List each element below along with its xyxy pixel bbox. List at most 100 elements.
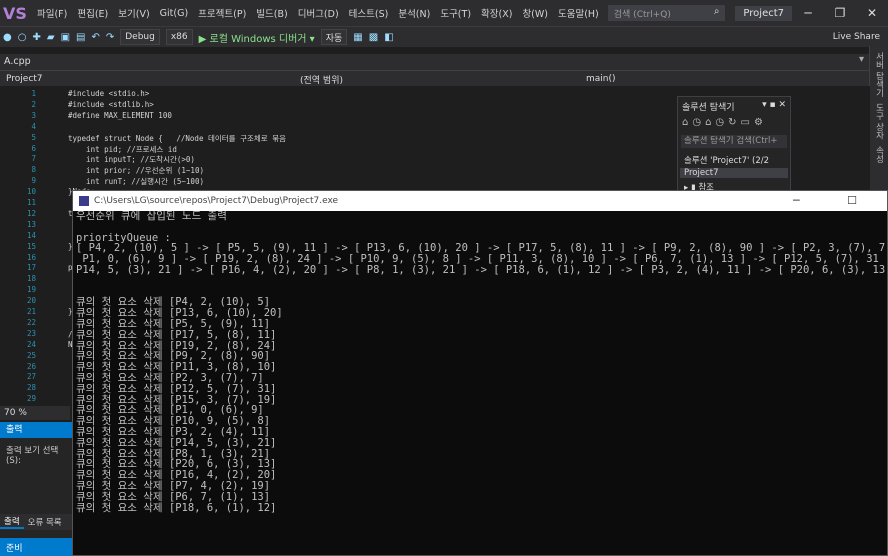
line-number: 12 — [26, 208, 36, 218]
console-app-icon — [79, 196, 89, 206]
line-number: 24 — [26, 339, 36, 349]
project-node[interactable]: Project7 — [680, 168, 788, 178]
line-number: 4 — [31, 121, 36, 131]
menu-file[interactable]: 파일(F) — [32, 6, 72, 20]
visual-studio-logo-icon[interactable]: VS — [3, 2, 27, 24]
solution-search-input[interactable]: 솔루션 탐색기 검색(Ctrl+ — [681, 135, 787, 148]
toolbar-tool-icon[interactable]: ◧ — [384, 32, 393, 43]
menu-debug[interactable]: 디버그(D) — [293, 6, 344, 20]
code-line[interactable]: int inputT; //도착시간(>0) — [68, 154, 195, 165]
toolbox-tab[interactable]: 도구 상자 — [873, 103, 885, 140]
solution-node[interactable]: 솔루션 'Project7' (2/2 — [684, 154, 769, 166]
menu-help[interactable]: 도움말(H) — [553, 6, 604, 20]
global-scope-dropdown[interactable]: (전역 범위) — [300, 73, 343, 86]
menu-edit[interactable]: 편집(E) — [72, 6, 113, 20]
console-line: 우선순위 큐에 삽입된 노드 출력 — [76, 211, 227, 222]
solution-toolbar[interactable]: ⌂◷⌂◷↻▭⚙ — [682, 117, 767, 128]
line-number: 14 — [26, 230, 36, 240]
line-number: 22 — [26, 317, 36, 327]
menu-git[interactable]: Git(G) — [155, 8, 194, 19]
server-explorer-tab[interactable]: 서버 탐색기 — [873, 52, 885, 97]
search-placeholder: 검색 (Ctrl+Q) — [613, 9, 671, 20]
back-icon[interactable]: ● — [3, 32, 12, 43]
member-dropdown[interactable]: main() — [586, 74, 616, 84]
line-number: 3 — [31, 110, 36, 120]
line-number: 8 — [31, 165, 36, 175]
console-line: 큐의 첫 요소 삭제 [P18, 6, (1), 12] — [76, 501, 277, 514]
restore-icon[interactable]: ❐ — [824, 6, 856, 20]
menu-project[interactable]: 프로젝트(P) — [193, 6, 251, 20]
console-line: 큐의 첫 요소 삭제 [P14, 5, (3), 21] — [76, 436, 277, 449]
code-line[interactable]: int prior; //우선순위 (1~10) — [68, 165, 204, 176]
toolbar-tool-icon[interactable]: ▩ — [369, 32, 378, 43]
configuration-dropdown[interactable]: Debug — [120, 29, 160, 45]
save-all-icon[interactable]: ▤ — [76, 32, 85, 43]
start-debugging-button[interactable]: ▶ 로컬 Windows 디버거 ▾ — [199, 30, 315, 45]
code-line[interactable]: #include <stdio.h> — [68, 89, 149, 98]
open-folder-icon[interactable]: ▰ — [47, 32, 55, 43]
line-number: 5 — [31, 132, 36, 142]
line-number: 11 — [26, 198, 36, 207]
console-line: 큐의 첫 요소 삭제 [P17, 5, (8), 11] — [76, 328, 277, 341]
menu-build[interactable]: 빌드(B) — [251, 6, 292, 20]
code-line[interactable]: int runT; //실행시간 (5~100) — [68, 176, 204, 187]
code-line[interactable]: int pid; //프로세스 id — [68, 144, 177, 155]
code-line[interactable]: #define MAX_ELEMENT 100 — [68, 111, 172, 120]
console-window: C:\Users\LG\source\repos\Project7\Debug\… — [72, 190, 888, 556]
console-title-bar[interactable]: C:\Users\LG\source\repos\Project7\Debug\… — [73, 191, 887, 211]
auto-dropdown[interactable]: 자동 — [320, 29, 348, 45]
menu-window[interactable]: 창(W) — [517, 6, 553, 20]
close-icon[interactable]: ✕ — [856, 6, 888, 20]
solution-explorer-title: 솔루션 탐색기 — [682, 103, 735, 113]
menu-tools[interactable]: 도구(T) — [435, 6, 476, 20]
menu-analyze[interactable]: 분석(N) — [393, 6, 435, 20]
line-number: 25 — [26, 350, 36, 360]
tab-a-cpp[interactable]: A.cpp — [4, 56, 31, 67]
tab-error-list[interactable]: 오류 목록 — [24, 516, 66, 528]
search-icon: ⌕ — [713, 6, 720, 17]
project-name-badge: Project7 — [735, 5, 792, 21]
search-input[interactable]: 검색 (Ctrl+Q) ⌕ — [607, 5, 726, 21]
forward-icon[interactable]: ○ — [18, 32, 27, 43]
tab-output[interactable]: 출력 — [0, 515, 24, 529]
panel-controls[interactable]: ▾ ▪ ✕ — [762, 100, 786, 110]
console-window-controls[interactable]: ─ ☐ — [793, 194, 879, 207]
status-bar: 준비 — [0, 538, 72, 556]
properties-tab[interactable]: 속성 — [873, 146, 885, 163]
toolbar-tool-icon[interactable]: ▦ — [353, 32, 362, 43]
line-number: 27 — [26, 372, 36, 382]
console-line: 큐의 첫 요소 삭제 [P6, 7, (1), 13] — [76, 490, 271, 503]
undo-icon[interactable]: ↶ — [91, 32, 99, 43]
line-number: 15 — [26, 241, 36, 251]
line-number: 21 — [26, 307, 36, 316]
line-number: 2 — [31, 99, 36, 109]
document-tab-bar: A.cpp ▾ — [0, 54, 870, 70]
save-icon[interactable]: ▣ — [61, 32, 70, 43]
console-output: 우선순위 큐에 삽입된 노드 출력 priorityQueue :[ P4, 2,… — [76, 211, 886, 555]
window-controls: ─ ❐ ✕ — [792, 6, 888, 20]
project-scope-dropdown[interactable]: Project7 — [6, 74, 43, 84]
platform-dropdown[interactable]: x86 — [165, 29, 193, 45]
new-project-icon[interactable]: ✚ — [32, 32, 40, 43]
redo-icon[interactable]: ↷ — [106, 32, 114, 43]
console-line: P14, 5, (3), 21 ] -> [ P16, 4, (2), 20 ]… — [76, 263, 886, 276]
menu-bar: VS 파일(F) 편집(E) 보기(V) Git(G) 프로젝트(P) 빌드(B… — [0, 0, 888, 26]
line-number: 28 — [26, 383, 36, 393]
console-title: C:\Users\LG\source\repos\Project7\Debug\… — [94, 196, 339, 206]
output-tabs: 출력 오류 목록 — [0, 514, 72, 530]
output-source-label[interactable]: 출력 보기 선택(S): — [6, 444, 72, 466]
chevron-down-icon[interactable]: ▾ — [859, 54, 864, 65]
menu-extensions[interactable]: 확장(X) — [476, 6, 517, 20]
minimize-icon[interactable]: ─ — [792, 6, 824, 20]
menu-test[interactable]: 테스트(S) — [344, 6, 394, 20]
live-share-button[interactable]: Live Share — [833, 32, 880, 42]
status-text: 준비 — [6, 543, 23, 554]
line-number: 26 — [26, 361, 36, 371]
code-line[interactable]: #include <stdlib.h> — [68, 100, 154, 109]
line-number: 6 — [31, 143, 36, 153]
menu-view[interactable]: 보기(V) — [113, 6, 154, 20]
code-line[interactable]: typedef struct Node { //Node 데이터를 구조체로 묶… — [68, 133, 286, 144]
zoom-level[interactable]: 70 % — [0, 406, 70, 420]
standard-toolbar: ● ○ ✚ ▰ ▣ ▤ ↶ ↷ Debug x86 ▶ 로컬 Windows 디… — [0, 26, 888, 47]
